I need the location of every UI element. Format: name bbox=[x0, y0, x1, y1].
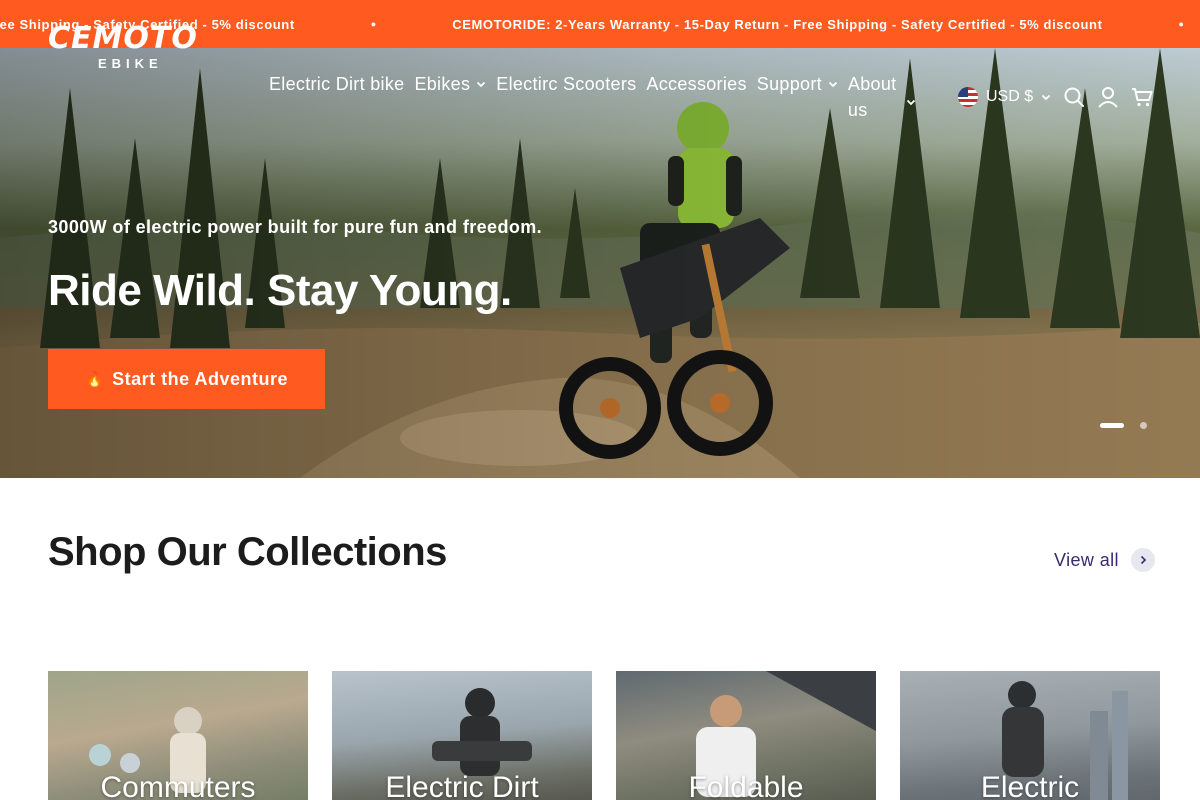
collection-card-electric[interactable]: Electric bbox=[900, 671, 1160, 800]
nav-item-label: Support bbox=[756, 74, 822, 94]
header-icons bbox=[1063, 86, 1153, 108]
nav-item-label: Electric Dirt bike bbox=[269, 74, 405, 94]
site-logo[interactable]: CEMOTO EBIKE bbox=[48, 24, 208, 74]
slide-dot[interactable] bbox=[1140, 422, 1147, 429]
separator-dot: ● bbox=[370, 19, 377, 29]
logo-subtext: EBIKE bbox=[98, 56, 163, 71]
collection-card-label: Foldable bbox=[688, 771, 804, 800]
account-icon[interactable] bbox=[1097, 86, 1119, 108]
collections-title: Shop Our Collections bbox=[48, 530, 447, 574]
nav-item-ebikes[interactable]: Ebikes bbox=[414, 72, 486, 96]
collection-card-label: Electric Dirt bbox=[385, 771, 539, 800]
nav-item-label: Accessories bbox=[646, 74, 747, 94]
hero-tagline: 3000W of electric power built for pure f… bbox=[48, 217, 543, 237]
collection-card-foldable[interactable]: Foldable bbox=[616, 671, 876, 800]
cta-label: Start the Adventure bbox=[112, 368, 289, 389]
cart-icon[interactable] bbox=[1131, 86, 1153, 108]
nav-item-label: Ebikes bbox=[414, 74, 471, 94]
search-icon[interactable] bbox=[1063, 86, 1085, 108]
collection-card-electric-dirt[interactable]: Electric Dirt bbox=[332, 671, 592, 800]
nav-item-accessories[interactable]: Accessories bbox=[646, 72, 746, 96]
chevron-down-icon bbox=[906, 99, 916, 105]
nav-item-about-us[interactable]: About us bbox=[848, 72, 916, 123]
main-nav: Electric Dirt bike Ebikes Electirc Scoot… bbox=[269, 72, 926, 123]
collection-card-label: Electric bbox=[980, 771, 1080, 800]
start-adventure-button[interactable]: 🔥 Start the Adventure bbox=[48, 349, 325, 409]
view-all-link[interactable]: View all bbox=[1054, 548, 1155, 572]
chevron-down-icon bbox=[1041, 94, 1051, 101]
separator-dot: ● bbox=[1178, 19, 1184, 29]
chevron-right-icon bbox=[1130, 548, 1155, 572]
us-flag-icon bbox=[958, 87, 978, 107]
nav-item-support[interactable]: Support bbox=[757, 72, 838, 96]
view-all-label: View all bbox=[1054, 549, 1119, 570]
nav-item-label: Electirc Scooters bbox=[496, 74, 637, 94]
chevron-down-icon bbox=[477, 81, 486, 88]
slide-dot-active[interactable] bbox=[1100, 423, 1124, 428]
collection-card-label: Commuters bbox=[100, 771, 256, 800]
collection-card-commuters[interactable]: Commuters bbox=[48, 671, 308, 800]
slider-pagination bbox=[1100, 422, 1147, 429]
nav-item-electric-dirt-bike[interactable]: Electric Dirt bike bbox=[269, 72, 404, 96]
nav-item-electric-scooters[interactable]: Electirc Scooters bbox=[496, 72, 636, 96]
announcement-message: CEMOTORIDE: 2-Years Warranty - 15-Day Re… bbox=[452, 16, 1103, 32]
chevron-down-icon bbox=[828, 81, 838, 88]
logo-wordmark: CEMOTO bbox=[48, 21, 198, 56]
fire-icon: 🔥 bbox=[84, 371, 105, 388]
collection-cards: Commuters Electric Dirt Foldable Electri… bbox=[48, 671, 1160, 800]
hero-headline: Ride Wild. Stay Young. bbox=[48, 266, 512, 315]
currency-selector[interactable]: USD $ bbox=[958, 87, 1051, 107]
currency-label: USD $ bbox=[986, 88, 1034, 105]
